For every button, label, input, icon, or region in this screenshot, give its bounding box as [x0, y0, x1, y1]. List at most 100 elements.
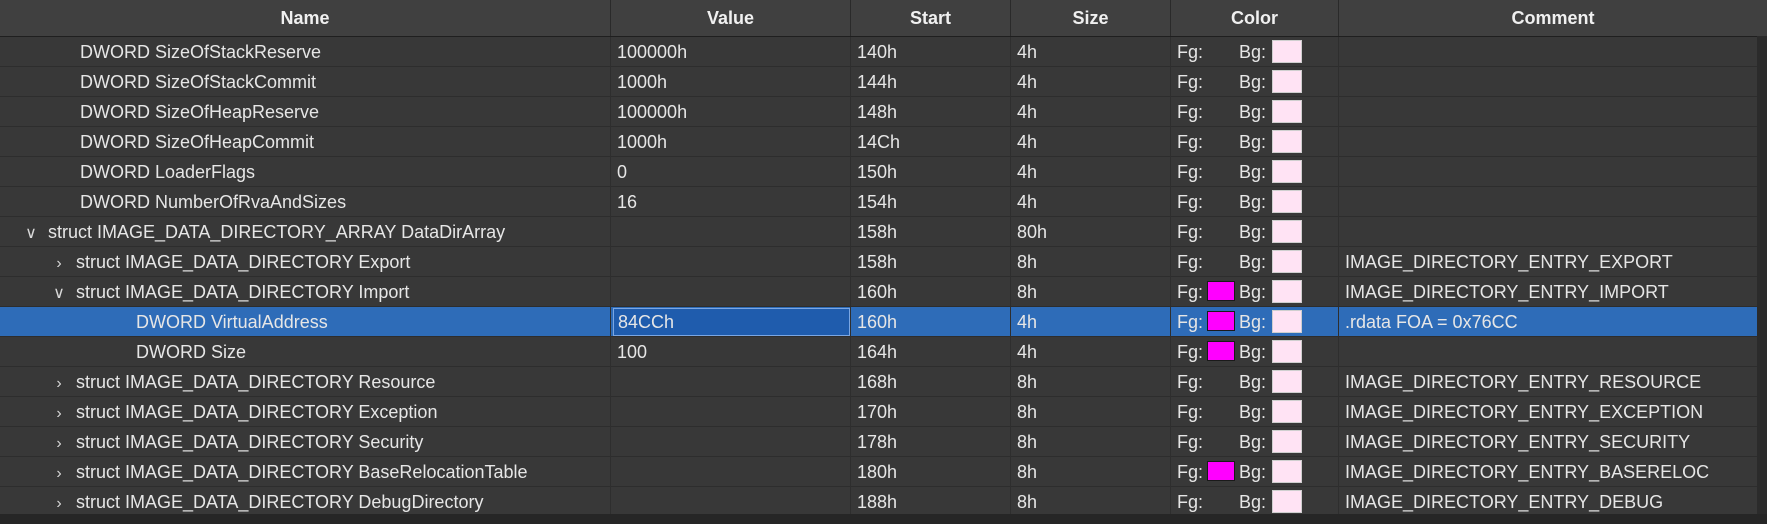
- name-cell[interactable]: › struct IMAGE_DATA_DIRECTORY Exception: [0, 397, 611, 427]
- value-cell[interactable]: [611, 247, 851, 277]
- bg-color-swatch[interactable]: [1272, 70, 1302, 93]
- comment-cell[interactable]: [1339, 37, 1767, 67]
- name-cell[interactable]: DWORD SizeOfHeapReserve: [0, 97, 611, 127]
- color-cell[interactable]: Fg: Bg:: [1171, 97, 1339, 127]
- fg-color-swatch[interactable]: [1207, 341, 1235, 361]
- color-cell[interactable]: Fg: Bg:: [1171, 397, 1339, 427]
- name-cell[interactable]: › struct IMAGE_DATA_DIRECTORY Resource: [0, 367, 611, 397]
- comment-cell[interactable]: .rdata FOA = 0x76CC: [1339, 307, 1767, 337]
- name-cell[interactable]: DWORD LoaderFlags: [0, 157, 611, 187]
- chevron-right-icon[interactable]: ›: [48, 399, 70, 427]
- table-row[interactable]: › struct IMAGE_DATA_DIRECTORY DebugDirect…: [0, 487, 1767, 517]
- comment-cell[interactable]: [1339, 337, 1767, 367]
- color-cell[interactable]: Fg: Bg:: [1171, 307, 1339, 337]
- name-cell[interactable]: DWORD Size: [0, 337, 611, 367]
- color-cell[interactable]: Fg: Bg:: [1171, 277, 1339, 307]
- comment-cell[interactable]: [1339, 97, 1767, 127]
- name-cell[interactable]: ∨ struct IMAGE_DATA_DIRECTORY_ARRAY DataD…: [0, 217, 611, 247]
- column-header-comment[interactable]: Comment: [1339, 0, 1767, 36]
- chevron-down-icon[interactable]: ∨: [20, 219, 42, 247]
- table-row[interactable]: DWORD SizeOfHeapReserve 100000h 148h 4h Fg: B…: [0, 97, 1767, 127]
- color-cell[interactable]: Fg: Bg:: [1171, 67, 1339, 97]
- fg-color-swatch[interactable]: [1207, 311, 1235, 331]
- name-cell[interactable]: DWORD SizeOfStackCommit: [0, 67, 611, 97]
- comment-cell[interactable]: [1339, 217, 1767, 247]
- column-header-size[interactable]: Size: [1011, 0, 1171, 36]
- bg-color-swatch[interactable]: [1272, 340, 1302, 363]
- color-cell[interactable]: Fg: Bg:: [1171, 127, 1339, 157]
- column-header-value[interactable]: Value: [611, 0, 851, 36]
- table-row[interactable]: DWORD LoaderFlags 0 150h 4h Fg: Bg:: [0, 157, 1767, 187]
- value-cell[interactable]: 100000h: [611, 97, 851, 127]
- comment-cell[interactable]: IMAGE_DIRECTORY_ENTRY_RESOURCE: [1339, 367, 1767, 397]
- color-cell[interactable]: Fg: Bg:: [1171, 157, 1339, 187]
- name-cell[interactable]: DWORD SizeOfHeapCommit: [0, 127, 611, 157]
- vertical-scrollbar[interactable]: [1757, 36, 1767, 524]
- table-row[interactable]: › struct IMAGE_DATA_DIRECTORY BaseRelocat…: [0, 457, 1767, 487]
- table-row[interactable]: DWORD Size 100 164h 4h Fg: Bg:: [0, 337, 1767, 367]
- table-row[interactable]: DWORD SizeOfStackReserve 100000h 140h 4h Fg:…: [0, 37, 1767, 67]
- value-cell[interactable]: [611, 487, 851, 517]
- comment-cell[interactable]: [1339, 67, 1767, 97]
- comment-cell[interactable]: IMAGE_DIRECTORY_ENTRY_DEBUG: [1339, 487, 1767, 517]
- bg-color-swatch[interactable]: [1272, 400, 1302, 423]
- color-cell[interactable]: Fg: Bg:: [1171, 457, 1339, 487]
- bg-color-swatch[interactable]: [1272, 280, 1302, 303]
- bg-color-swatch[interactable]: [1272, 460, 1302, 483]
- color-cell[interactable]: Fg: Bg:: [1171, 337, 1339, 367]
- name-cell[interactable]: › struct IMAGE_DATA_DIRECTORY BaseRelocat…: [0, 457, 611, 487]
- table-row[interactable]: › struct IMAGE_DATA_DIRECTORY Exception 17…: [0, 397, 1767, 427]
- value-cell[interactable]: 100000h: [611, 37, 851, 67]
- name-cell[interactable]: › struct IMAGE_DATA_DIRECTORY DebugDirect…: [0, 487, 611, 517]
- bg-color-swatch[interactable]: [1272, 100, 1302, 123]
- color-cell[interactable]: Fg: Bg:: [1171, 37, 1339, 67]
- bg-color-swatch[interactable]: [1272, 250, 1302, 273]
- bg-color-swatch[interactable]: [1272, 220, 1302, 243]
- chevron-right-icon[interactable]: ›: [48, 369, 70, 397]
- comment-cell[interactable]: IMAGE_DIRECTORY_ENTRY_EXCEPTION: [1339, 397, 1767, 427]
- comment-cell[interactable]: [1339, 157, 1767, 187]
- name-cell[interactable]: › struct IMAGE_DATA_DIRECTORY Export: [0, 247, 611, 277]
- color-cell[interactable]: Fg: Bg:: [1171, 247, 1339, 277]
- column-header-color[interactable]: Color: [1171, 0, 1339, 36]
- table-row[interactable]: ∨ struct IMAGE_DATA_DIRECTORY Import 160h 8…: [0, 277, 1767, 307]
- bg-color-swatch[interactable]: [1272, 370, 1302, 393]
- value-cell[interactable]: 16: [611, 187, 851, 217]
- bg-color-swatch[interactable]: [1272, 160, 1302, 183]
- bg-color-swatch[interactable]: [1272, 190, 1302, 213]
- table-row[interactable]: › struct IMAGE_DATA_DIRECTORY Export 158h 8…: [0, 247, 1767, 277]
- bg-color-swatch[interactable]: [1272, 490, 1302, 513]
- comment-cell[interactable]: IMAGE_DIRECTORY_ENTRY_IMPORT: [1339, 277, 1767, 307]
- bg-color-swatch[interactable]: [1272, 310, 1302, 333]
- value-cell[interactable]: 0: [611, 157, 851, 187]
- color-cell[interactable]: Fg: Bg:: [1171, 187, 1339, 217]
- comment-cell[interactable]: [1339, 127, 1767, 157]
- value-cell[interactable]: [611, 457, 851, 487]
- color-cell[interactable]: Fg: Bg:: [1171, 427, 1339, 457]
- name-cell[interactable]: ∨ struct IMAGE_DATA_DIRECTORY Import: [0, 277, 611, 307]
- color-cell[interactable]: Fg: Bg:: [1171, 367, 1339, 397]
- name-cell[interactable]: › struct IMAGE_DATA_DIRECTORY Security: [0, 427, 611, 457]
- name-cell[interactable]: DWORD NumberOfRvaAndSizes: [0, 187, 611, 217]
- chevron-right-icon[interactable]: ›: [48, 249, 70, 277]
- table-row[interactable]: DWORD SizeOfHeapCommit 1000h 14Ch 4h Fg: Bg:: [0, 127, 1767, 157]
- name-cell[interactable]: DWORD VirtualAddress: [0, 307, 611, 337]
- value-cell[interactable]: 1000h: [611, 67, 851, 97]
- value-cell[interactable]: [611, 427, 851, 457]
- value-cell[interactable]: 100: [611, 337, 851, 367]
- chevron-down-icon[interactable]: ∨: [48, 279, 70, 307]
- comment-cell[interactable]: IMAGE_DIRECTORY_ENTRY_BASERELOC: [1339, 457, 1767, 487]
- comment-cell[interactable]: IMAGE_DIRECTORY_ENTRY_SECURITY: [1339, 427, 1767, 457]
- table-row[interactable]: › struct IMAGE_DATA_DIRECTORY Resource 168…: [0, 367, 1767, 397]
- bg-color-swatch[interactable]: [1272, 130, 1302, 153]
- fg-color-swatch[interactable]: [1207, 461, 1235, 481]
- table-row[interactable]: › struct IMAGE_DATA_DIRECTORY Security 178…: [0, 427, 1767, 457]
- value-cell[interactable]: [611, 367, 851, 397]
- bg-color-swatch[interactable]: [1272, 40, 1302, 63]
- table-row[interactable]: ∨ struct IMAGE_DATA_DIRECTORY_ARRAY DataD…: [0, 217, 1767, 247]
- value-cell[interactable]: [611, 277, 851, 307]
- comment-cell[interactable]: [1339, 187, 1767, 217]
- color-cell[interactable]: Fg: Bg:: [1171, 217, 1339, 247]
- value-edit-field[interactable]: 84CCh: [613, 308, 850, 336]
- chevron-right-icon[interactable]: ›: [48, 429, 70, 457]
